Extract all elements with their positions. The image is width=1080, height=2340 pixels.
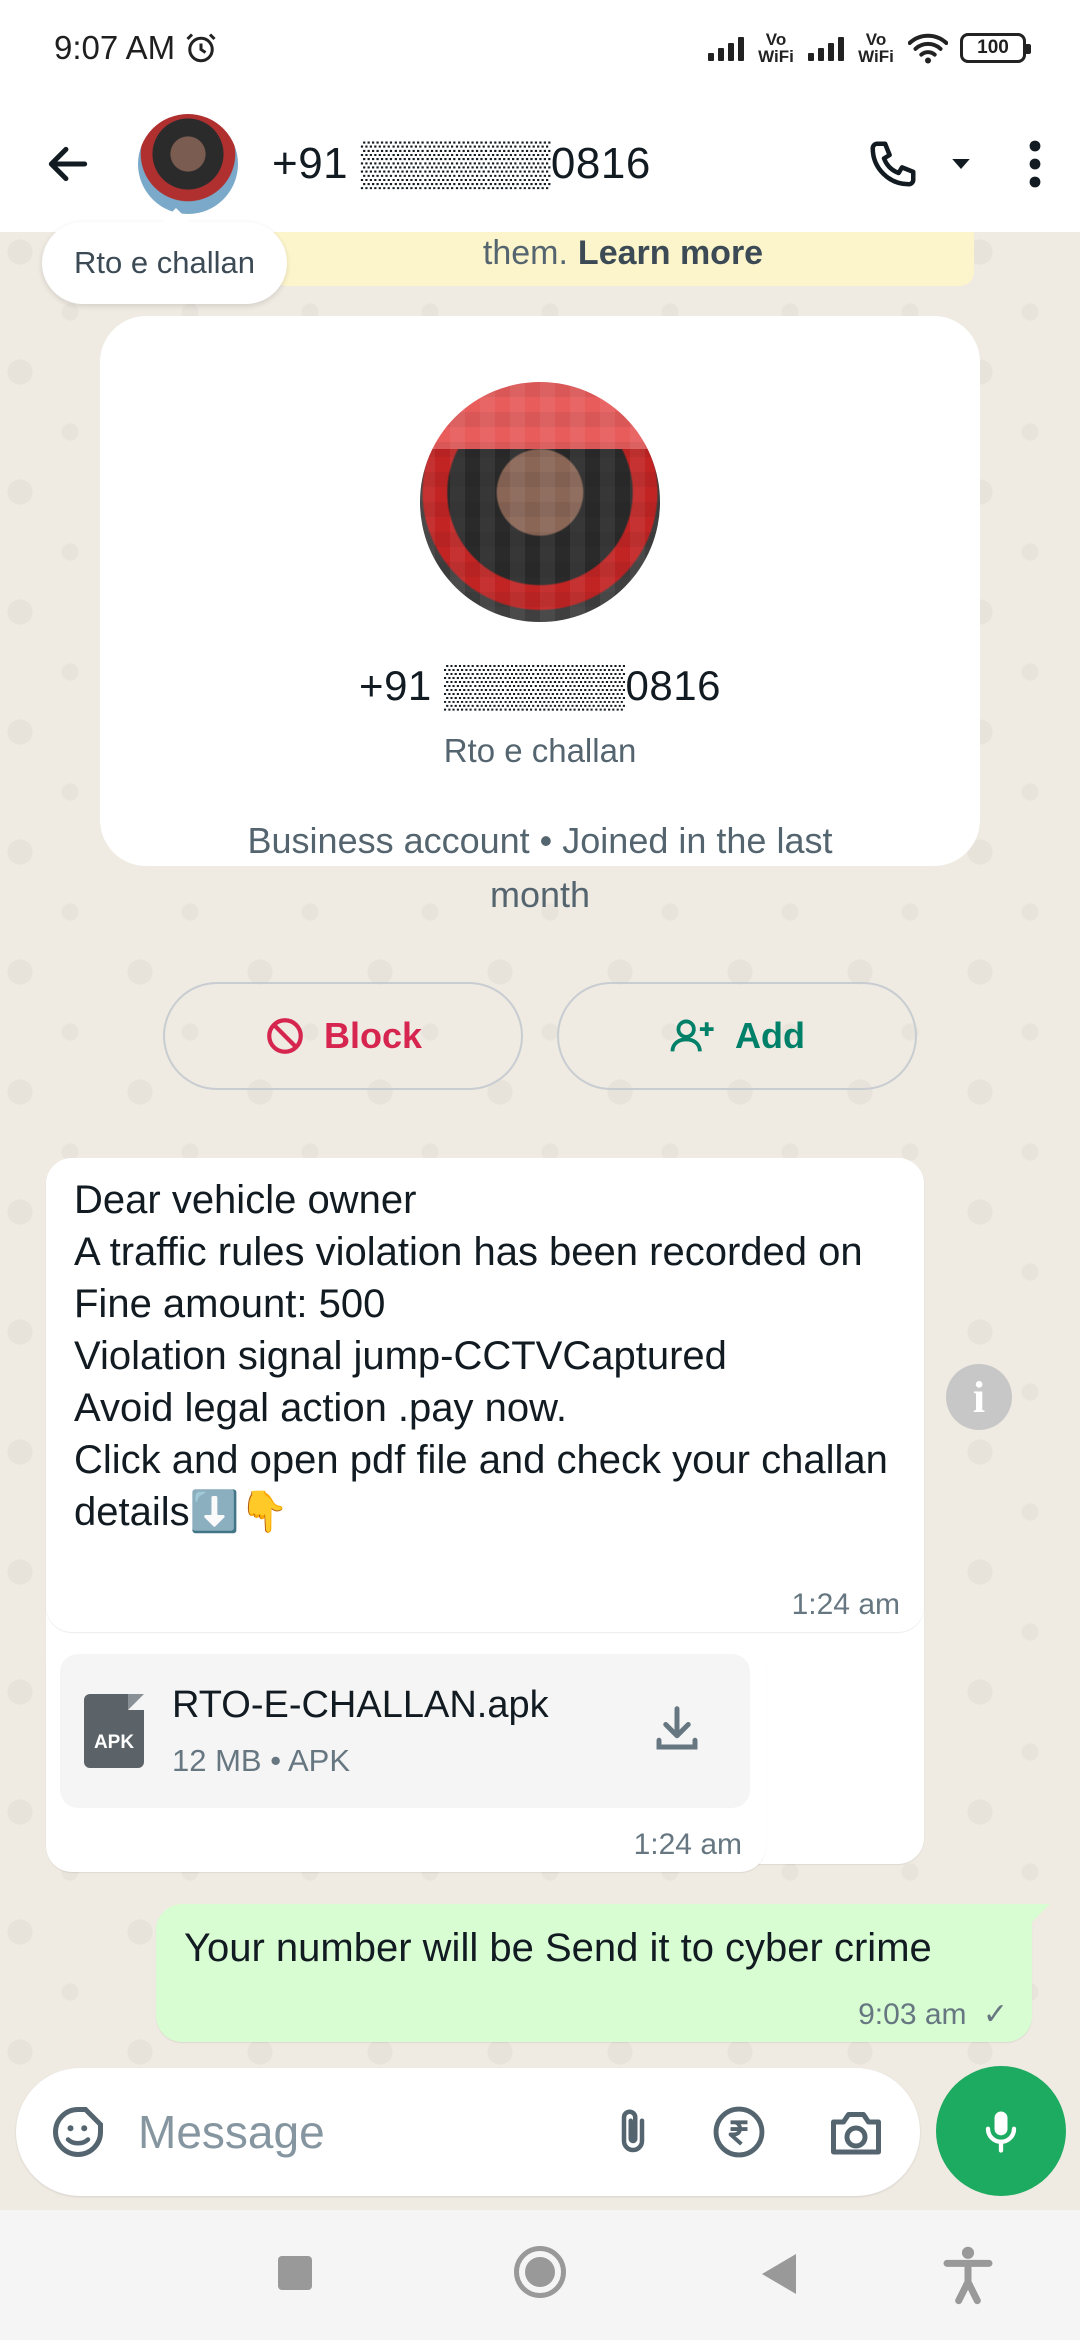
attach-button[interactable] [606,2102,660,2162]
encryption-banner[interactable]: them. Learn more [272,232,974,286]
file-meta: RTO-E-CHALLAN.apk 12 MB • APK [172,1684,549,1779]
back-nav-button[interactable] [762,2254,796,2294]
sticker-icon [53,2107,103,2157]
home-dot [525,2257,555,2287]
rupee-icon [713,2106,765,2158]
battery-icon: 100 [960,33,1031,63]
alarm-icon [186,33,216,63]
microphone-icon [985,2111,1017,2153]
file-name: RTO-E-CHALLAN.apk [172,1683,549,1726]
status-indicators: Vo WiFi Vo WiFi 100 [708,30,1031,66]
encryption-text: them. [482,234,568,272]
profile-info: Business account • Joined in the last mo… [247,820,833,915]
file-message-bubble[interactable]: APK RTO-E-CHALLAN.apk 12 MB • APK 1:24 a… [46,1640,766,1872]
vowifi-label-2: Vo WiFi [858,30,894,66]
wifi-icon [908,33,948,64]
block-button[interactable]: Block [163,982,523,1090]
accessibility-icon[interactable] [940,2244,996,2306]
outgoing-message-text: Your number will be Send it to cyber cri… [184,1926,932,1970]
back-button[interactable] [28,124,108,204]
back-arrow-icon [48,146,88,182]
message-text: Dear vehicle owner A traffic rules viola… [74,1178,888,1534]
info-icon[interactable]: i [946,1364,1012,1430]
download-button[interactable] [650,1702,704,1761]
status-time-group: 9:07 AM [54,29,219,67]
camera-icon [831,2112,881,2155]
signal-icon [708,35,744,61]
camera-button[interactable] [826,2104,886,2160]
recents-button[interactable] [278,2256,312,2290]
contact-avatar[interactable] [138,114,238,214]
block-label: Block [323,1015,423,1056]
profile-avatar[interactable] [420,382,660,622]
file-attachment[interactable]: APK RTO-E-CHALLAN.apk 12 MB • APK [60,1654,750,1808]
message-input-bar: Message [16,2068,920,2196]
outgoing-message-meta: 9:03 am ✓ [858,1997,1008,2032]
dropdown-icon [952,159,970,169]
status-time: 9:07 AM [54,29,176,66]
add-person-icon [670,1019,714,1052]
home-button[interactable] [514,2246,566,2298]
vowifi-label-1: Vo WiFi [758,30,794,66]
block-icon [267,1018,303,1054]
outgoing-message-time: 9:03 am [858,1998,967,2031]
more-options-button[interactable] [1020,137,1050,191]
emoji-sticker-button[interactable] [48,2102,108,2162]
signal-icon-2 [808,35,844,61]
payment-button[interactable] [710,2103,768,2161]
message-text-bubble[interactable]: Dear vehicle owner A traffic rules viola… [46,1158,924,1632]
message-time: 1:24 am [633,1828,742,1861]
message-bubble-outgoing[interactable]: Your number will be Send it to cyber cri… [156,1904,1050,2042]
contact-title[interactable]: +91 ▒▒▒▒▒▒0816 [272,139,651,189]
paperclip-icon [621,2109,645,2153]
profile-actions: Block Add [100,982,980,1090]
add-label: Add [735,1015,805,1056]
download-icon [656,1705,698,1749]
contact-name-tooltip: Rto e challan [42,208,287,304]
file-size-type: 12 MB • APK [172,1742,350,1778]
battery-level: 100 [977,37,1009,58]
business-profile-card: +91 ▒▒▒▒▒▒0816 Rto e challan Business ac… [100,316,980,1090]
voice-message-button[interactable] [936,2066,1066,2196]
header-actions [866,137,1050,191]
status-bar: 9:07 AM Vo WiFi Vo WiFi 100 [0,0,1080,96]
system-nav-bar [0,2210,1080,2340]
more-vert-icon [1029,140,1041,188]
learn-more-link[interactable]: Learn more [578,234,763,273]
apk-file-icon: APK [84,1694,144,1768]
phone-icon [870,141,916,187]
message-time: 1:24 am [791,1588,900,1621]
profile-name: Rto e challan [443,732,637,769]
add-contact-button[interactable]: Add [557,982,917,1090]
voice-call-button[interactable] [866,137,920,191]
call-options-button[interactable] [946,149,976,179]
profile-phone: +91 ▒▒▒▒▒▒0816 [359,662,721,709]
sent-check-icon: ✓ [982,1998,1008,2031]
message-input[interactable]: Message [138,2105,586,2159]
